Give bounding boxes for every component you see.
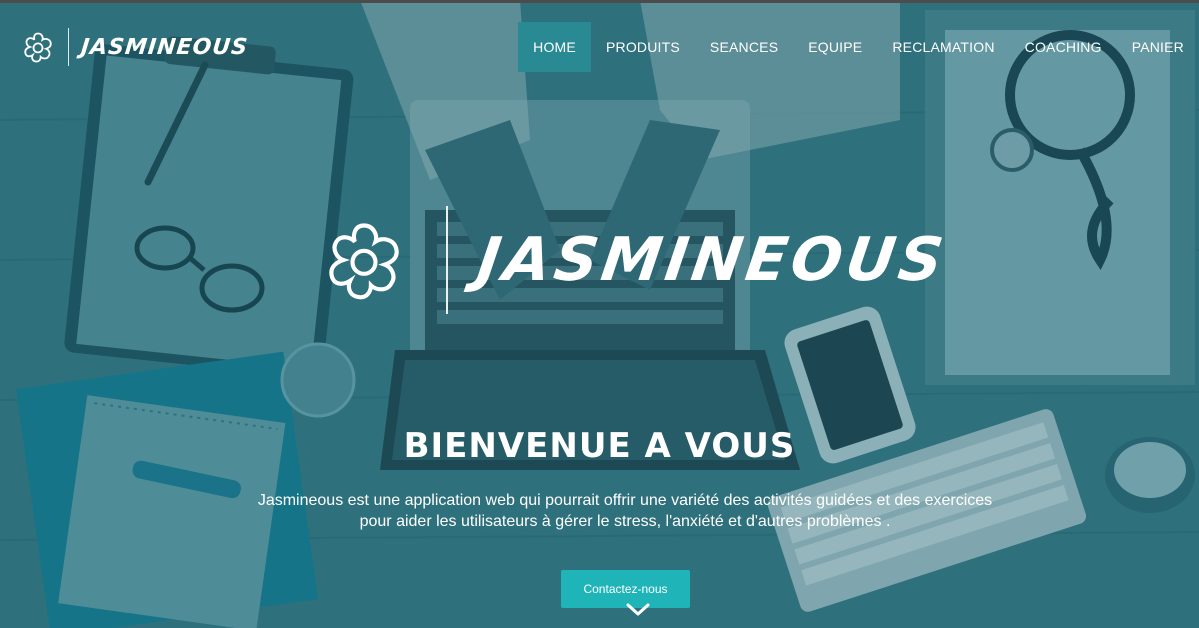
nav-panier[interactable]: PANIER [1117, 22, 1199, 72]
hero-description-line-2: pour aider les utilisateurs à gérer le s… [359, 513, 891, 530]
hero-logo: JASMINEOUS [318, 206, 951, 314]
hero-title: BIENVENUE A VOUS [403, 426, 796, 466]
nav-coaching[interactable]: COACHING [1010, 22, 1117, 72]
nav-seances[interactable]: SEANCES [695, 22, 793, 72]
hero-description-line-1: Jasmineous est une application web qui p… [257, 492, 993, 509]
brand-name: JASMINEOUS [79, 34, 250, 60]
header-logo[interactable]: JASMINEOUS [20, 28, 250, 66]
nav-home[interactable]: HOME [518, 22, 591, 72]
hero-description: Jasmineous est une application web qui p… [200, 490, 1050, 532]
teal-overlay [0, 0, 1199, 628]
logo-divider [68, 28, 69, 66]
hero-section [0, 0, 1199, 628]
hero-logo-divider [446, 206, 448, 314]
flower-icon [24, 32, 52, 63]
nav-reclamation[interactable]: RECLAMATION [877, 22, 1009, 72]
flower-icon [329, 223, 399, 300]
main-nav: HOME PRODUITS SEANCES EQUIPE RECLAMATION… [518, 22, 1199, 72]
top-border [0, 0, 1199, 3]
nav-equipe[interactable]: EQUIPE [793, 22, 877, 72]
nav-produits[interactable]: PRODUITS [591, 22, 695, 72]
chevron-down-icon[interactable] [626, 603, 650, 617]
hero-brand-name: JASMINEOUS [473, 225, 952, 295]
